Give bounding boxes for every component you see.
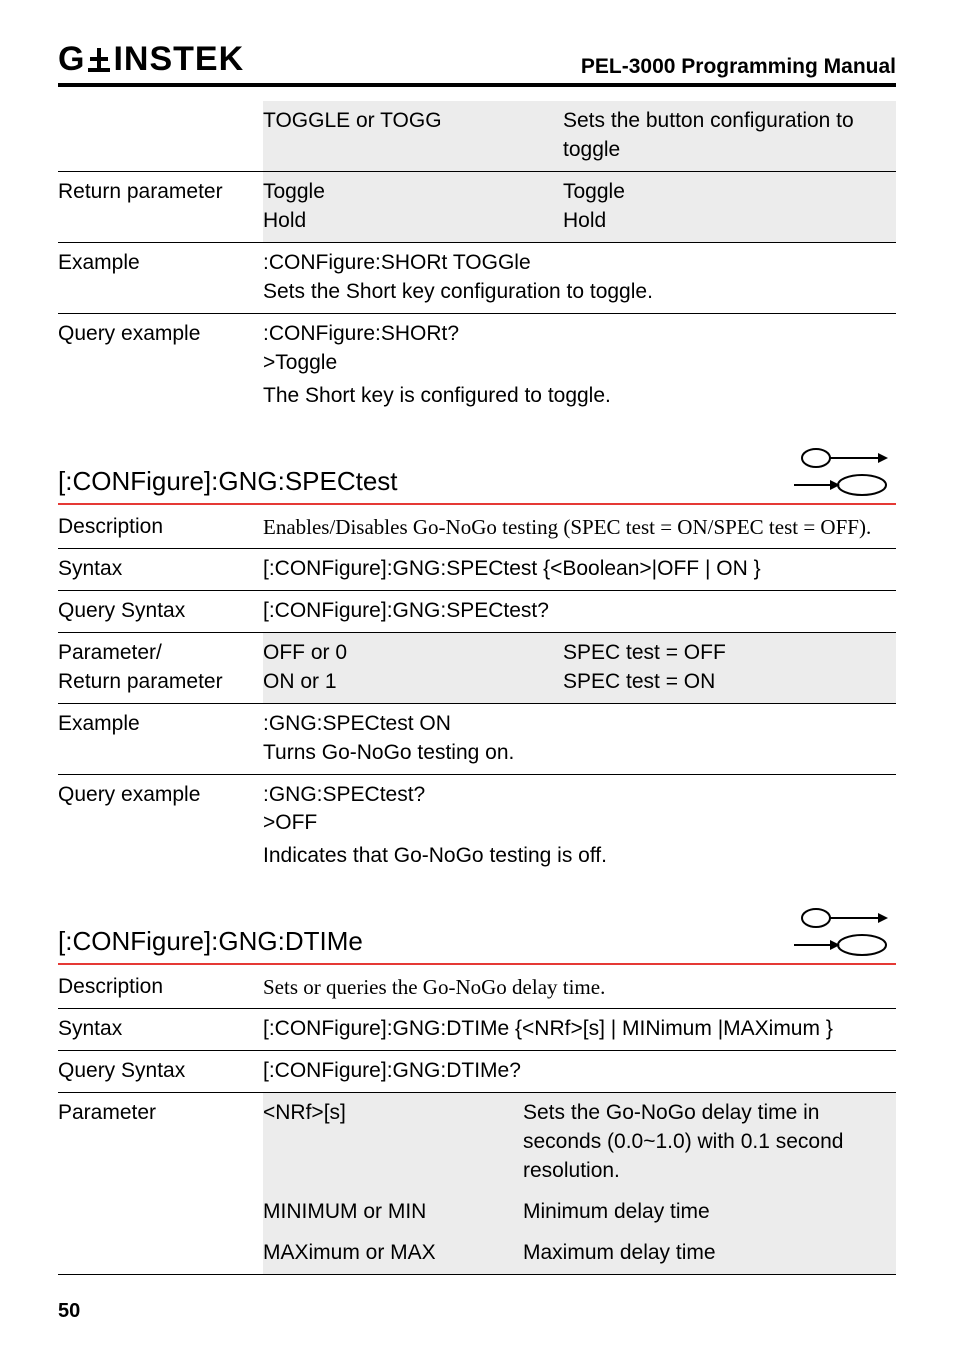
b1-r3-line2: >Toggle bbox=[263, 349, 892, 378]
b2-r3-desc1: SPEC test = OFF bbox=[563, 639, 892, 668]
b1-r1-desc2: Hold bbox=[563, 207, 892, 236]
set-query-icon bbox=[786, 445, 896, 497]
b3-r3-val2: MINIMUM or MIN bbox=[263, 1192, 523, 1233]
b3-r3-val3: MAXimum or MAX bbox=[263, 1233, 523, 1274]
page-header: G INSTEK PEL-3000 Programming Manual bbox=[58, 40, 896, 87]
b2-r0-text: Enables/Disables Go-NoGo testing (SPEC t… bbox=[263, 507, 896, 548]
b2-r2-text: [:CONFigure]:GNG:SPECtest? bbox=[263, 590, 896, 632]
b1-r1-desc1: Toggle bbox=[563, 178, 892, 207]
b3-r2-label: Query Syntax bbox=[58, 1051, 263, 1093]
b2-r5-line2: >OFF bbox=[263, 809, 892, 838]
block2-table: Description Enables/Disables Go-NoGo tes… bbox=[58, 507, 896, 878]
logo-g: G bbox=[58, 40, 85, 79]
b1-r1-val2: Hold bbox=[263, 207, 559, 236]
b3-r3-val1: <NRf>[s] bbox=[263, 1093, 523, 1192]
block3-table: Description Sets or queries the Go-NoGo … bbox=[58, 967, 896, 1275]
b3-r0-text: Sets or queries the Go-NoGo delay time. bbox=[263, 967, 896, 1008]
b3-r0-label: Description bbox=[58, 967, 263, 1008]
b2-r3-label1: Parameter/ bbox=[58, 639, 259, 668]
doc-title: PEL-3000 Programming Manual bbox=[581, 55, 896, 79]
logo-glyph-icon bbox=[85, 46, 113, 74]
b2-r3-desc2: SPEC test = ON bbox=[563, 668, 892, 697]
b1-r2-line1: :CONFigure:SHORt TOGGle bbox=[263, 249, 892, 278]
b2-r1-text: [:CONFigure]:GNG:SPECtest {<Boolean>|OFF… bbox=[263, 548, 896, 590]
b1-r2-label: Example bbox=[58, 242, 263, 313]
b3-r3-label: Parameter bbox=[58, 1093, 263, 1192]
b2-r1-label: Syntax bbox=[58, 548, 263, 590]
section1-head: [:CONFigure]:GNG:SPECtest bbox=[58, 445, 896, 505]
page-number: 50 bbox=[58, 1300, 80, 1323]
b2-r2-label: Query Syntax bbox=[58, 590, 263, 632]
section1-title: [:CONFigure]:GNG:SPECtest bbox=[58, 466, 398, 497]
block1-table: TOGGLE or TOGG Sets the button configura… bbox=[58, 101, 896, 417]
b2-r4-line2: Turns Go-NoGo testing on. bbox=[263, 739, 892, 768]
brand-logo: G INSTEK bbox=[58, 40, 244, 79]
b1-r3-line3: The Short key is configured to toggle. bbox=[263, 382, 892, 411]
section2-title: [:CONFigure]:GNG:DTIMe bbox=[58, 926, 363, 957]
b1-r1-val1: Toggle bbox=[263, 178, 559, 207]
b1-r0-val: TOGGLE or TOGG bbox=[263, 101, 563, 171]
b1-r0-desc: Sets the button configuration to toggle bbox=[563, 101, 896, 171]
b2-r5-line3: Indicates that Go-NoGo testing is off. bbox=[263, 842, 892, 871]
logo-instek: INSTEK bbox=[113, 40, 244, 79]
b3-r2-text: [:CONFigure]:GNG:DTIMe? bbox=[263, 1051, 896, 1093]
section2-head: [:CONFigure]:GNG:DTIMe bbox=[58, 905, 896, 965]
b1-r1-label: Return parameter bbox=[58, 171, 263, 242]
b1-r2-line2: Sets the Short key configuration to togg… bbox=[263, 278, 892, 307]
b2-r3-val2: ON or 1 bbox=[263, 668, 559, 697]
b3-r1-label: Syntax bbox=[58, 1009, 263, 1051]
b1-r3-label: Query example bbox=[58, 313, 263, 416]
b2-r3-label2: Return parameter bbox=[58, 668, 259, 697]
b2-r4-line1: :GNG:SPECtest ON bbox=[263, 710, 892, 739]
b2-r5-line1: :GNG:SPECtest? bbox=[263, 781, 892, 810]
b3-r3-desc1: Sets the Go-NoGo delay time in seconds (… bbox=[523, 1093, 896, 1192]
b2-r5-label: Query example bbox=[58, 774, 263, 877]
b3-r3-desc2: Minimum delay time bbox=[523, 1192, 896, 1233]
b3-r1-text: [:CONFigure]:GNG:DTIMe {<NRf>[s] | MINim… bbox=[263, 1009, 896, 1051]
b2-r3-val1: OFF or 0 bbox=[263, 639, 559, 668]
b2-r0-label: Description bbox=[58, 507, 263, 548]
b3-r3-desc3: Maximum delay time bbox=[523, 1233, 896, 1274]
set-query-icon bbox=[786, 905, 896, 957]
b1-r3-line1: :CONFigure:SHORt? bbox=[263, 320, 892, 349]
b2-r4-label: Example bbox=[58, 703, 263, 774]
